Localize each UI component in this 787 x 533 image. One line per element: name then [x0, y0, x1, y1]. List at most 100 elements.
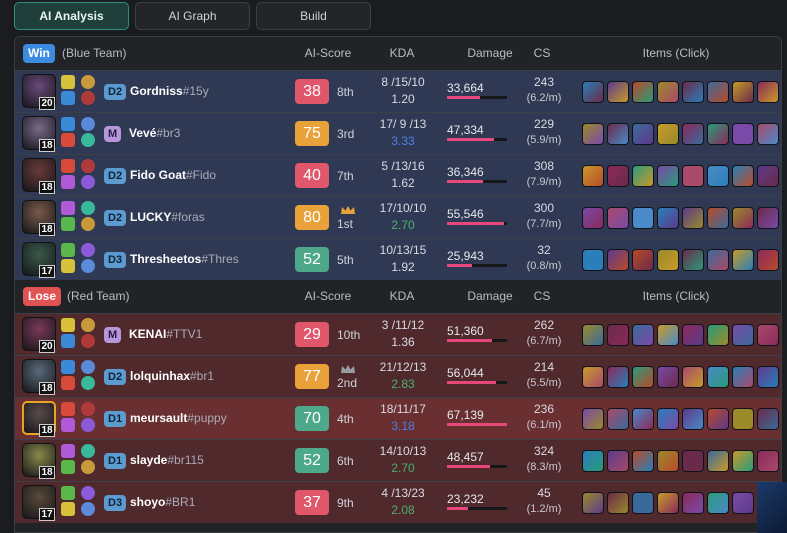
item-icon[interactable] [607, 207, 629, 229]
item-icon[interactable] [632, 366, 654, 388]
item-icon[interactable] [632, 450, 654, 472]
item-icon[interactable] [657, 366, 679, 388]
item-icon[interactable] [707, 207, 729, 229]
item-icon[interactable] [657, 408, 679, 430]
item-icon[interactable] [757, 450, 779, 472]
item-icon[interactable] [632, 324, 654, 346]
player-row[interactable]: 18 D2 lolquinhax#br1 77 2nd 21/12/13 2.83 56,04… [15, 355, 781, 397]
item-icon[interactable] [707, 450, 729, 472]
player-name[interactable]: Gordniss#15y [130, 84, 209, 98]
item-icon[interactable] [682, 123, 704, 145]
item-icon[interactable] [607, 324, 629, 346]
item-icon[interactable] [607, 450, 629, 472]
item-icon[interactable] [707, 366, 729, 388]
item-icon[interactable] [657, 492, 679, 514]
player-name[interactable]: Vevé#br3 [129, 126, 180, 140]
item-icon[interactable] [732, 450, 754, 472]
item-icon[interactable] [682, 450, 704, 472]
player-row[interactable]: 17 D3 shoyo#BR1 37 9th 4 /13/23 2.08 23,232 45 (1… [15, 481, 781, 523]
item-icon[interactable] [582, 81, 604, 103]
item-icon[interactable] [682, 249, 704, 271]
item-icon[interactable] [732, 492, 754, 514]
item-icon[interactable] [607, 492, 629, 514]
item-icon[interactable] [707, 492, 729, 514]
tab-build[interactable]: Build [256, 2, 371, 30]
item-icon[interactable] [582, 123, 604, 145]
item-icon[interactable] [632, 81, 654, 103]
item-icon[interactable] [757, 324, 779, 346]
item-icon[interactable] [707, 123, 729, 145]
player-name[interactable]: Fido Goat#Fido [130, 168, 216, 182]
item-icon[interactable] [682, 165, 704, 187]
item-icon[interactable] [657, 123, 679, 145]
player-name[interactable]: Thresheetos#Thres [130, 252, 239, 266]
item-icon[interactable] [732, 408, 754, 430]
item-icon[interactable] [682, 366, 704, 388]
player-name[interactable]: LUCKY#foras [130, 210, 205, 224]
item-icon[interactable] [682, 324, 704, 346]
player-row[interactable]: 18 D2 LUCKY#foras 80 1st 17/10/10 2.70 55,546 30… [15, 196, 781, 238]
item-icon[interactable] [682, 207, 704, 229]
item-icon[interactable] [757, 165, 779, 187]
item-icon[interactable] [582, 492, 604, 514]
item-icon[interactable] [682, 492, 704, 514]
item-icon[interactable] [632, 207, 654, 229]
item-icon[interactable] [657, 165, 679, 187]
item-icon[interactable] [657, 207, 679, 229]
item-icon[interactable] [632, 165, 654, 187]
item-icon[interactable] [632, 123, 654, 145]
item-icon[interactable] [632, 408, 654, 430]
item-icon[interactable] [682, 408, 704, 430]
item-icon[interactable] [682, 81, 704, 103]
item-icon[interactable] [657, 81, 679, 103]
item-icon[interactable] [582, 249, 604, 271]
item-icon[interactable] [582, 450, 604, 472]
item-icon[interactable] [732, 123, 754, 145]
item-icon[interactable] [632, 249, 654, 271]
item-icon[interactable] [607, 249, 629, 271]
item-icon[interactable] [707, 249, 729, 271]
player-row[interactable]: 18 M Vevé#br3 75 3rd 17/ 9 /13 3.33 47,334 229 (5… [15, 112, 781, 154]
item-icon[interactable] [707, 165, 729, 187]
player-row[interactable]: 18 D2 Fido Goat#Fido 40 7th 5 /13/16 1.62 36,34… [15, 154, 781, 196]
item-icon[interactable] [607, 366, 629, 388]
player-name[interactable]: meursault#puppy [130, 411, 227, 425]
item-icon[interactable] [707, 408, 729, 430]
item-icon[interactable] [757, 249, 779, 271]
player-name[interactable]: KENAI#TTV1 [129, 327, 202, 341]
item-icon[interactable] [732, 366, 754, 388]
item-icon[interactable] [582, 165, 604, 187]
item-icon[interactable] [657, 249, 679, 271]
item-icon[interactable] [732, 249, 754, 271]
item-icon[interactable] [732, 207, 754, 229]
tab-ai-analysis[interactable]: AI Analysis [14, 2, 129, 30]
item-icon[interactable] [607, 123, 629, 145]
item-icon[interactable] [582, 207, 604, 229]
item-icon[interactable] [757, 123, 779, 145]
item-icon[interactable] [607, 408, 629, 430]
item-icon[interactable] [732, 165, 754, 187]
item-icon[interactable] [657, 324, 679, 346]
item-icon[interactable] [732, 81, 754, 103]
player-row[interactable]: 20 D2 Gordniss#15y 38 8th 8 /15/10 1.20 33,664 2… [15, 70, 781, 112]
item-icon[interactable] [757, 366, 779, 388]
item-icon[interactable] [757, 81, 779, 103]
item-icon[interactable] [607, 81, 629, 103]
player-name[interactable]: lolquinhax#br1 [130, 369, 214, 383]
tab-ai-graph[interactable]: AI Graph [135, 2, 250, 30]
item-icon[interactable] [707, 81, 729, 103]
player-name[interactable]: shoyo#BR1 [130, 495, 195, 509]
item-icon[interactable] [607, 165, 629, 187]
player-row[interactable]: 20 M KENAI#TTV1 29 10th 3 /11/12 1.36 51,360 262… [15, 313, 781, 355]
item-icon[interactable] [757, 207, 779, 229]
item-icon[interactable] [582, 324, 604, 346]
player-row[interactable]: 17 D3 Thresheetos#Thres 52 5th 10/13/15 1.92 25… [15, 238, 781, 280]
player-name[interactable]: slayde#br115 [130, 453, 204, 467]
player-row[interactable]: 18 D1 slayde#br115 52 6th 14/10/13 2.70 48,457 3… [15, 439, 781, 481]
item-icon[interactable] [657, 450, 679, 472]
item-icon[interactable] [582, 366, 604, 388]
item-icon[interactable] [582, 408, 604, 430]
item-icon[interactable] [707, 324, 729, 346]
item-icon[interactable] [732, 324, 754, 346]
item-icon[interactable] [632, 492, 654, 514]
